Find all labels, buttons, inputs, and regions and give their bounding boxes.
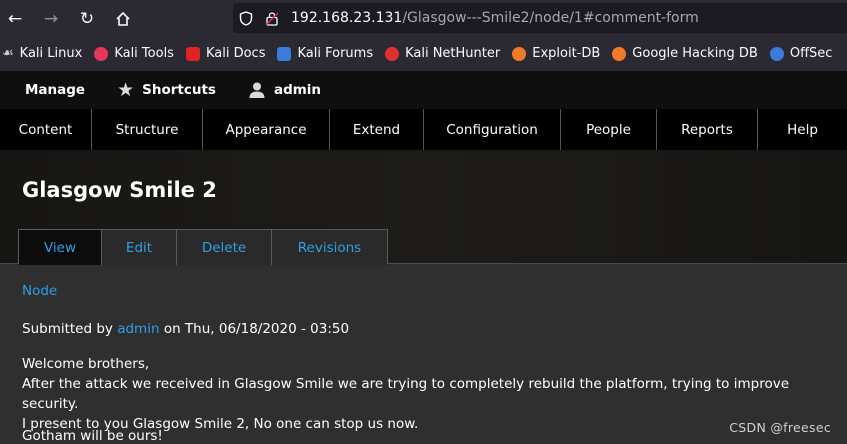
menu-item-extend[interactable]: Extend [330,109,424,150]
bookmark-label: Kali NetHunter [405,46,501,61]
menu-label: Content [18,121,73,138]
exploit-db-icon [512,46,527,61]
ghdb-icon [612,46,627,61]
toolbar-shortcuts[interactable]: ★ Shortcuts [105,71,228,109]
arrow-right-icon: → [43,8,59,29]
menu-label: Help [787,121,818,138]
watermark: CSDN @freesec [729,420,831,435]
arrow-left-icon: ← [7,8,23,29]
tab-view[interactable]: View [19,230,102,265]
breadcrumb: Node [22,283,57,299]
bookmark-label: Exploit-DB [532,46,601,61]
tab-delete[interactable]: Delete [177,230,272,265]
bookmarks-bar: ☙ Kali Linux Kali Tools Kali Docs Kali F… [0,37,847,70]
menu-label: Appearance [225,121,307,138]
bookmark-label: Kali Linux [19,46,83,61]
bookmark-offsec[interactable]: OffSec [769,46,833,61]
reload-icon: ↻ [79,8,95,29]
tab-label: Edit [125,239,153,256]
tab-revisions[interactable]: Revisions [272,230,387,265]
menu-item-people[interactable]: People [561,109,657,150]
menu-label: Extend [352,121,401,138]
bookmark-kali-tools[interactable]: Kali Tools [94,46,174,61]
menu-label: Configuration [446,121,538,138]
submitted-prefix: Submitted by [22,321,113,337]
bookmark-kali-docs[interactable]: Kali Docs [185,46,266,61]
reload-button[interactable]: ↻ [69,1,105,37]
user-icon [249,82,265,98]
body-line: After the attack we received in Glasgow … [22,376,790,412]
url-path: /Glasgow---Smile2/node/1#comment-form [402,10,699,26]
forward-button[interactable]: → [33,1,69,37]
menu-item-reports[interactable]: Reports [657,109,758,150]
menu-item-structure[interactable]: Structure [92,109,203,150]
body-line: Welcome brothers, [22,356,150,372]
browser-navbar: ← → ↻ 192.168.23.131/Glasgow---Smile2/no… [0,0,847,37]
admin-menu-tray: Content Structure Appearance Extend Conf… [0,109,847,150]
nethunter-icon [385,46,400,61]
bookmark-label: Kali Forums [297,46,374,61]
bookmark-label: Kali Tools [114,46,174,61]
tab-edit[interactable]: Edit [102,230,177,265]
bookmark-google-hacking-db[interactable]: Google Hacking DB [612,46,758,61]
bookmark-kali-nethunter[interactable]: Kali NetHunter [385,46,500,61]
kali-tools-icon [94,46,109,61]
toolbar-manage[interactable]: Manage [0,71,105,109]
home-button[interactable] [105,1,141,37]
menu-item-configuration[interactable]: Configuration [424,109,561,150]
tab-label: View [43,239,77,256]
shield-icon[interactable] [233,10,259,26]
star-icon: ★ [117,79,135,101]
author-link[interactable]: admin [117,321,159,337]
bookmark-label: Kali Docs [205,46,266,61]
kali-forums-icon [277,46,292,61]
tab-label: Delete [201,239,247,256]
bookmark-kali-forums[interactable]: Kali Forums [277,46,373,61]
admin-toolbar: Manage ★ Shortcuts admin [0,71,847,109]
bookmark-kali-linux[interactable]: ☙ Kali Linux [2,46,82,61]
tab-label: Revisions [297,239,362,256]
toolbar-manage-label: Manage [25,82,86,98]
menu-item-appearance[interactable]: Appearance [203,109,330,150]
back-button[interactable]: ← [0,1,33,37]
bookmark-label: OffSec [789,46,833,61]
menu-item-help[interactable]: Help [758,109,847,150]
menu-label: Reports [681,121,733,138]
kali-dragon-icon: ☙ [2,46,14,61]
menu-label: Structure [115,121,179,138]
home-icon [116,11,130,26]
body-closing-line: Gotham will be ours! [22,428,163,444]
url-host: 192.168.23.131 [291,10,403,26]
toolbar-user[interactable]: admin [228,71,333,109]
menu-item-content[interactable]: Content [0,109,92,150]
bookmark-label: Google Hacking DB [632,46,758,61]
insecure-lock-icon[interactable] [259,11,285,26]
menu-label: People [586,121,631,138]
toolbar-shortcuts-label: Shortcuts [142,82,216,98]
url-text[interactable]: 192.168.23.131/Glasgow---Smile2/node/1#c… [291,10,699,26]
breadcrumb-link-node[interactable]: Node [22,283,57,299]
node-body: Welcome brothers, After the attack we re… [22,354,847,434]
page-header: Glasgow Smile 2 View Edit Delete Revisio… [0,150,847,265]
kali-docs-icon [185,46,200,61]
page-title: Glasgow Smile 2 [22,178,217,202]
submitted-line: Submitted by admin on Thu, 06/18/2020 - … [22,321,349,337]
toolbar-user-label: admin [273,82,322,98]
offsec-icon [769,46,784,61]
bookmark-exploit-db[interactable]: Exploit-DB [512,46,600,61]
node-tabs: View Edit Delete Revisions [18,229,388,265]
main-content: Node Submitted by admin on Thu, 06/18/20… [0,265,847,444]
url-bar[interactable]: 192.168.23.131/Glasgow---Smile2/node/1#c… [233,3,847,33]
submitted-date: on Thu, 06/18/2020 - 03:50 [163,321,350,337]
